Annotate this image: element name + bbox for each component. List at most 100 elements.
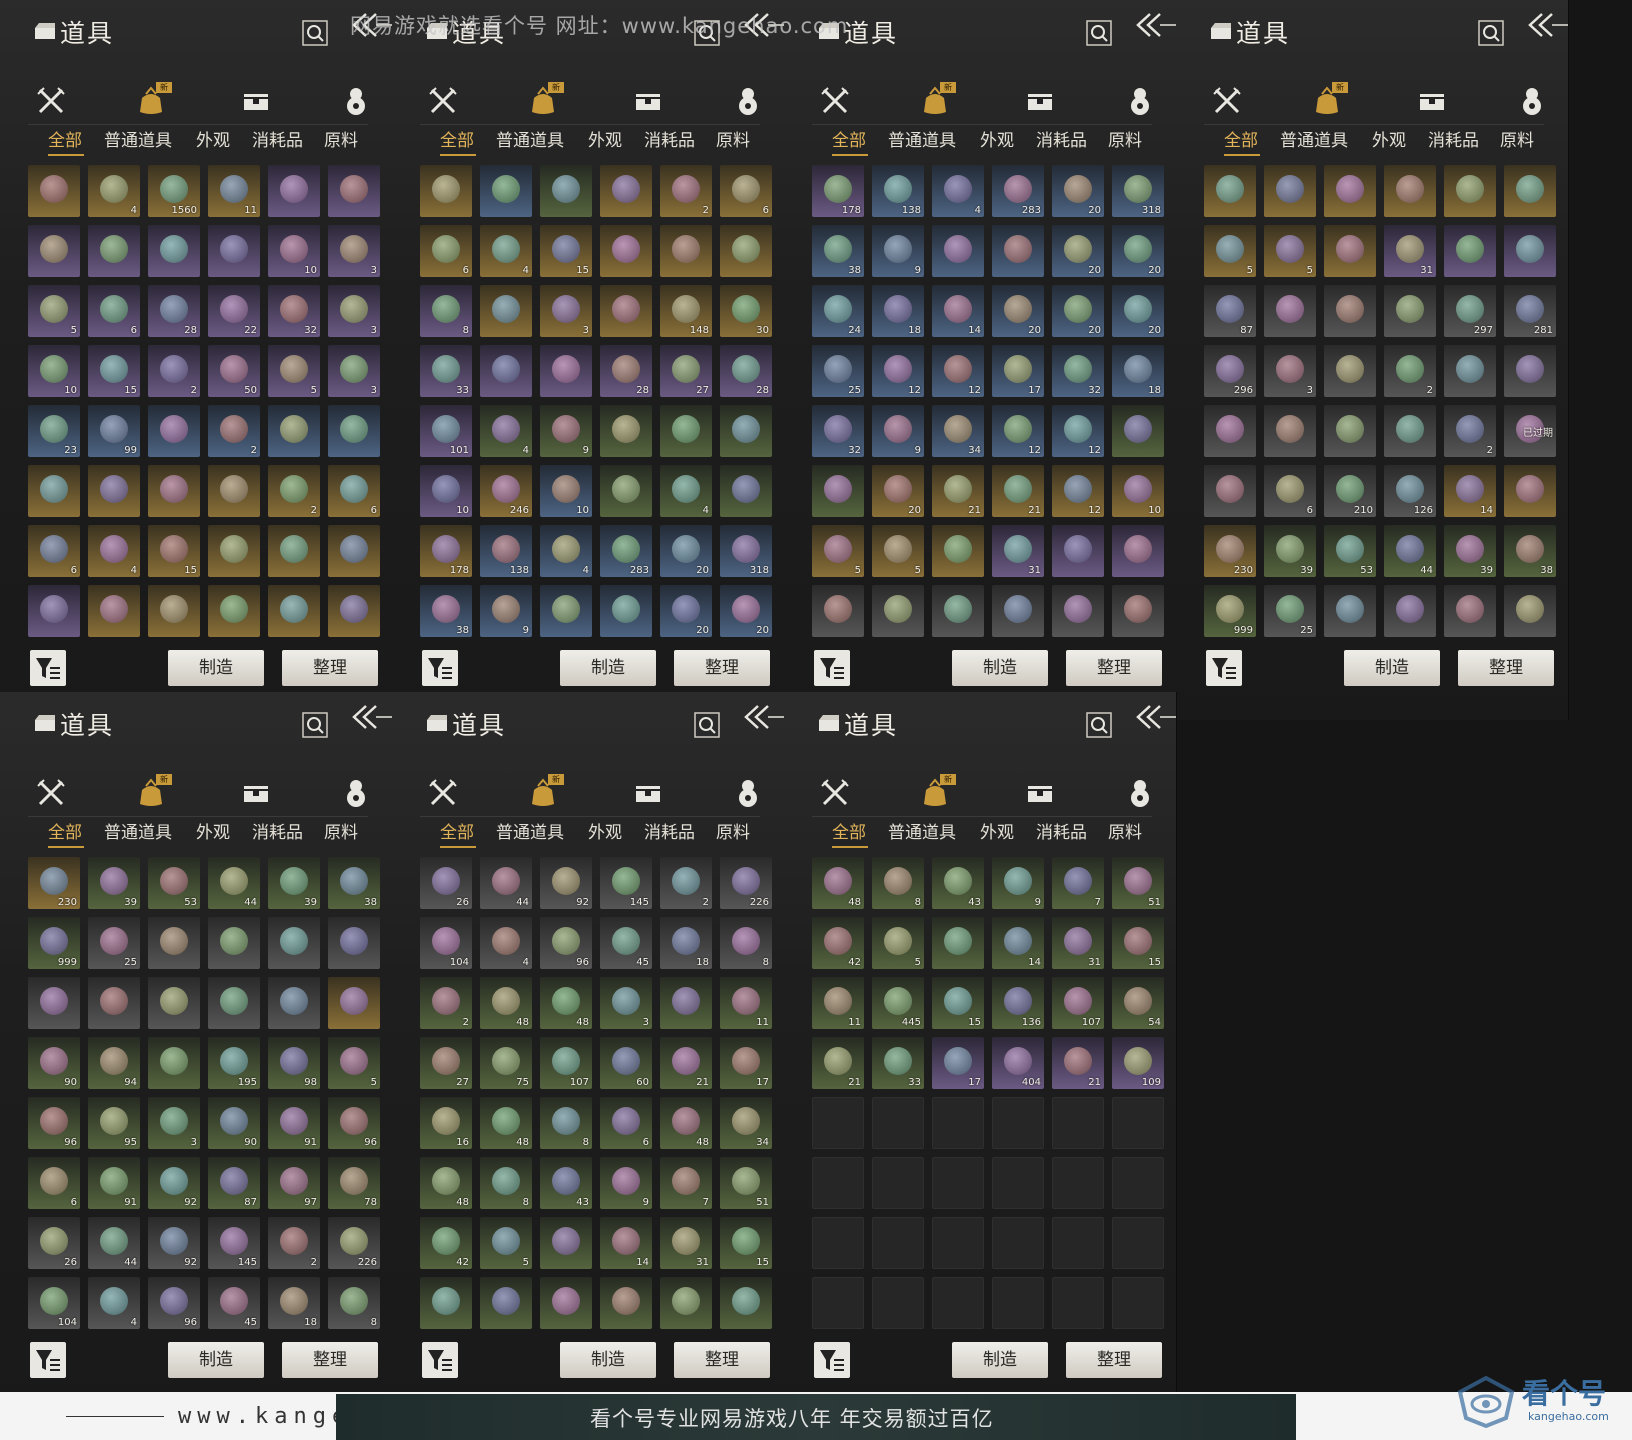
sub-tab-3[interactable]: 消耗品 (644, 126, 695, 151)
item-slot[interactable] (1264, 405, 1316, 457)
item-slot[interactable] (932, 585, 984, 637)
sub-tab-0[interactable]: 全部 (48, 818, 82, 843)
filter-icon[interactable] (422, 650, 458, 686)
item-slot[interactable]: 101 (420, 405, 472, 457)
item-slot[interactable]: 39 (268, 857, 320, 909)
item-slot[interactable]: 91 (88, 1157, 140, 1209)
sub-tab-0[interactable]: 全部 (440, 126, 474, 151)
item-slot[interactable]: 28 (600, 345, 652, 397)
item-slot[interactable]: 96 (148, 1277, 200, 1329)
item-slot[interactable]: 91 (268, 1097, 320, 1149)
item-slot[interactable] (148, 225, 200, 277)
costume-chest-icon[interactable] (1414, 84, 1448, 116)
item-slot[interactable] (660, 1277, 712, 1329)
item-slot[interactable]: 10 (420, 465, 472, 517)
item-slot[interactable]: 11 (208, 165, 260, 217)
item-slot[interactable]: 21 (992, 465, 1044, 517)
item-slot[interactable]: 283 (992, 165, 1044, 217)
item-slot[interactable]: 53 (148, 857, 200, 909)
craft-button[interactable]: 制造 (952, 1342, 1048, 1378)
item-slot[interactable] (148, 465, 200, 517)
bag-icon[interactable]: 新 (134, 82, 172, 116)
item-slot[interactable]: 104 (28, 1277, 80, 1329)
item-slot[interactable] (720, 225, 772, 277)
item-slot[interactable] (1504, 585, 1556, 637)
item-slot[interactable] (148, 917, 200, 969)
item-slot[interactable]: 3 (600, 977, 652, 1029)
gourd-icon[interactable] (730, 776, 764, 808)
item-slot[interactable] (480, 345, 532, 397)
item-slot[interactable] (1112, 405, 1164, 457)
item-slot[interactable] (1112, 1157, 1164, 1209)
item-slot[interactable] (992, 1217, 1044, 1269)
filter-icon[interactable] (30, 1342, 66, 1378)
item-slot[interactable] (540, 165, 592, 217)
item-slot[interactable]: 95 (88, 1097, 140, 1149)
item-slot[interactable] (600, 405, 652, 457)
item-slot[interactable]: 178 (812, 165, 864, 217)
item-slot[interactable] (1444, 585, 1496, 637)
item-slot[interactable]: 20 (1052, 225, 1104, 277)
item-slot[interactable]: 6 (1264, 465, 1316, 517)
item-slot[interactable]: 8 (540, 1097, 592, 1149)
item-slot[interactable] (812, 1097, 864, 1149)
item-slot[interactable]: 24 (812, 285, 864, 337)
item-slot[interactable] (268, 917, 320, 969)
item-slot[interactable]: 20 (872, 465, 924, 517)
item-slot[interactable] (88, 977, 140, 1029)
item-slot[interactable]: 18 (1112, 345, 1164, 397)
item-slot[interactable] (480, 285, 532, 337)
craft-button[interactable]: 制造 (168, 650, 264, 686)
item-slot[interactable] (1324, 345, 1376, 397)
item-slot[interactable] (992, 585, 1044, 637)
item-slot[interactable]: 178 (420, 525, 472, 577)
item-slot[interactable]: 27 (660, 345, 712, 397)
item-slot[interactable]: 39 (88, 857, 140, 909)
item-slot[interactable] (932, 1097, 984, 1149)
item-slot[interactable]: 20 (660, 585, 712, 637)
item-slot[interactable] (720, 465, 772, 517)
item-slot[interactable]: 6 (28, 1157, 80, 1209)
item-slot[interactable]: 4 (932, 165, 984, 217)
gourd-icon[interactable] (1122, 776, 1156, 808)
item-slot[interactable]: 15 (720, 1217, 772, 1269)
item-slot[interactable]: 2 (660, 165, 712, 217)
item-slot[interactable]: 15 (1112, 917, 1164, 969)
item-slot[interactable]: 27 (420, 1037, 472, 1089)
item-slot[interactable]: 20 (1052, 285, 1104, 337)
item-slot[interactable]: 14 (992, 917, 1044, 969)
item-slot[interactable] (208, 977, 260, 1029)
item-slot[interactable]: 18 (268, 1277, 320, 1329)
sub-tab-0[interactable]: 全部 (440, 818, 474, 843)
item-slot[interactable]: 48 (480, 977, 532, 1029)
item-slot[interactable] (660, 977, 712, 1029)
item-slot[interactable]: 30 (720, 285, 772, 337)
item-slot[interactable]: 14 (600, 1217, 652, 1269)
item-slot[interactable]: 87 (208, 1157, 260, 1209)
item-slot[interactable]: 10 (1112, 465, 1164, 517)
item-slot[interactable] (1384, 585, 1436, 637)
item-slot[interactable]: 96 (540, 917, 592, 969)
item-slot[interactable] (600, 225, 652, 277)
sub-tab-2[interactable]: 外观 (980, 126, 1014, 151)
item-slot[interactable] (1052, 1097, 1104, 1149)
item-slot[interactable]: 1560 (148, 165, 200, 217)
item-slot[interactable] (1324, 405, 1376, 457)
item-slot[interactable] (480, 165, 532, 217)
item-slot[interactable] (328, 405, 380, 457)
search-icon[interactable] (694, 712, 720, 738)
item-slot[interactable]: 12 (1052, 405, 1104, 457)
sub-tab-0[interactable]: 全部 (832, 126, 866, 151)
item-slot[interactable]: 445 (872, 977, 924, 1029)
item-slot[interactable]: 42 (812, 917, 864, 969)
collapse-icon[interactable] (350, 702, 392, 732)
item-slot[interactable] (1112, 1277, 1164, 1329)
item-slot[interactable] (660, 405, 712, 457)
item-slot[interactable] (28, 585, 80, 637)
sub-tab-0[interactable]: 全部 (48, 126, 82, 151)
item-slot[interactable]: 14 (1444, 465, 1496, 517)
item-slot[interactable]: 48 (660, 1097, 712, 1149)
item-slot[interactable] (1384, 285, 1436, 337)
item-slot[interactable]: 20 (720, 585, 772, 637)
item-slot[interactable]: 107 (1052, 977, 1104, 1029)
